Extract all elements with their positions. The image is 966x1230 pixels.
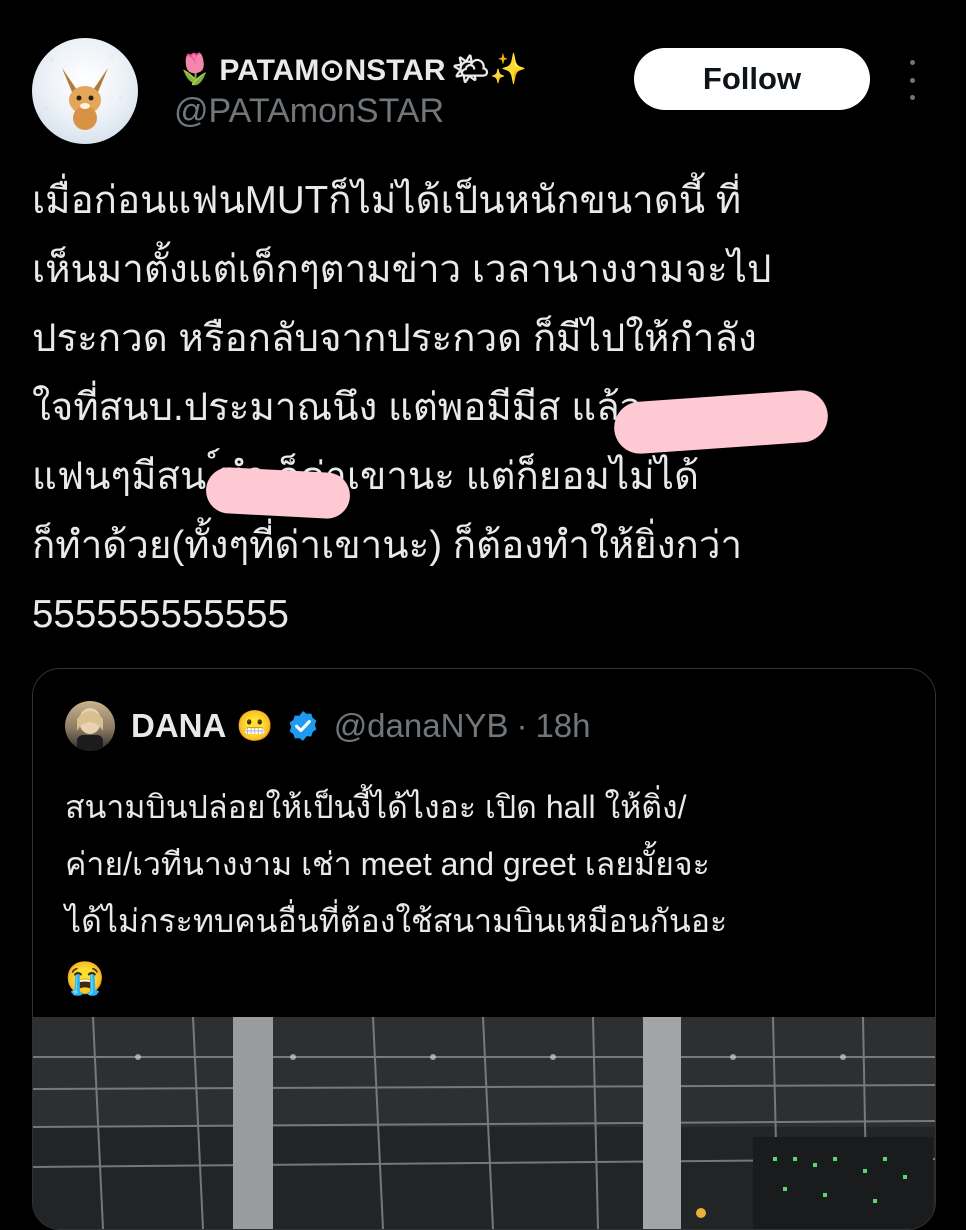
quoted-tweet-media[interactable] bbox=[33, 1017, 935, 1229]
sun-sparkles-emoji: 🌤✨ bbox=[451, 53, 528, 86]
tweet-line: เมื่อก่อนแฟนMUTก็ไม่ได้เป็นหนักขนาดนี้ ท… bbox=[32, 179, 742, 222]
verified-badge-icon bbox=[289, 711, 317, 741]
grimace-emoji: 😬 bbox=[236, 709, 274, 743]
quoted-tweet[interactable]: DANA 😬 @danaNYB · 18h สนามบินปล่อยให้เป็… bbox=[32, 668, 936, 1230]
author-avatar[interactable] bbox=[32, 38, 138, 144]
quoted-line: สนามบินปล่อยให้เป็นงี้ได้ไงอะ เปิด hall … bbox=[65, 789, 687, 825]
more-dot bbox=[909, 60, 915, 65]
crying-emoji: 😭 bbox=[65, 960, 105, 996]
person-avatar-icon bbox=[77, 708, 103, 751]
tweet-line: 555555555555 bbox=[32, 593, 289, 636]
quoted-author-handle[interactable]: @danaNYB bbox=[334, 707, 509, 745]
quoted-line: ค่าย/เวทีนางงาม เช่า meet and greet เลยม… bbox=[65, 846, 710, 882]
more-dot bbox=[909, 95, 915, 100]
tulip-emoji: 🌷 bbox=[176, 53, 214, 86]
author-name-row[interactable]: 🌷 PATAM⊙NSTAR 🌤✨ bbox=[176, 48, 527, 92]
digimon-avatar-icon bbox=[44, 54, 122, 130]
quoted-tweet-time[interactable]: 18h bbox=[535, 707, 590, 745]
censor-mark bbox=[204, 466, 352, 520]
author-name[interactable]: PATAM⊙NSTAR bbox=[219, 53, 445, 88]
tweet-line: ก็ทำด้วย(ทั้งๆที่ด่าเขานะ) ก็ต้องทำให้ยิ… bbox=[32, 524, 743, 567]
follow-button[interactable]: Follow bbox=[634, 48, 870, 110]
quoted-tweet-header: DANA 😬 @danaNYB · 18h bbox=[65, 701, 591, 751]
quoted-author-name[interactable]: DANA bbox=[131, 707, 226, 745]
more-options-icon[interactable] bbox=[900, 60, 924, 100]
quoted-author-avatar[interactable] bbox=[65, 701, 115, 751]
quoted-line: ได้ไม่กระทบคนอื่นที่ต้องใช้สนามบินเหมือน… bbox=[65, 903, 728, 939]
tweet-line: แฟนๆมีสน ์ทำ ก็ด่าเขานะ แต่ก็ยอมไม่ได้ bbox=[32, 455, 699, 498]
separator-dot: · bbox=[516, 707, 528, 744]
more-dot bbox=[909, 77, 915, 83]
tweet-line: เห็นมาตั้งแต่เด็กๆตามข่าว เวลานางงามจะไป bbox=[32, 248, 772, 291]
author-handle[interactable]: @PATAmonSTAR bbox=[174, 92, 444, 131]
quoted-tweet-text: สนามบินปล่อยให้เป็นงี้ได้ไงอะ เปิด hall … bbox=[65, 779, 925, 1007]
airport-hall-photo bbox=[33, 1017, 935, 1229]
tweet-line: ประกวด หรือกลับจากประกวด ก็มีไปให้กำลัง bbox=[32, 317, 757, 360]
